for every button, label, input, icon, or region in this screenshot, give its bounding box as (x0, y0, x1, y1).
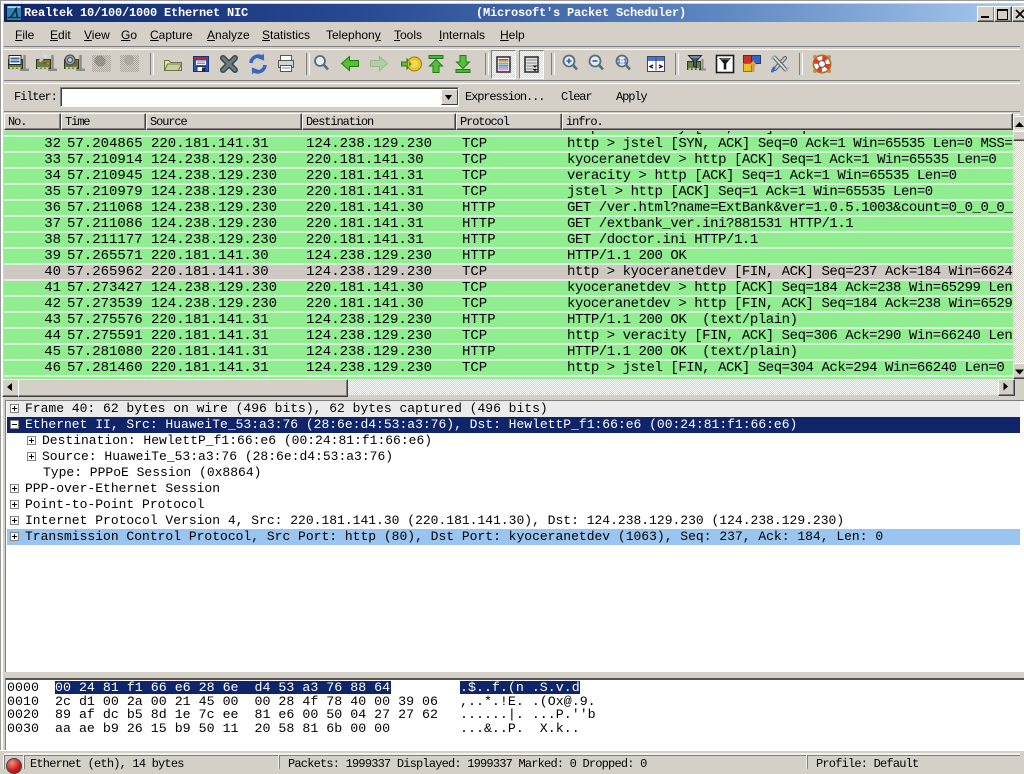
svg-text:1:1: 1:1 (617, 59, 627, 66)
